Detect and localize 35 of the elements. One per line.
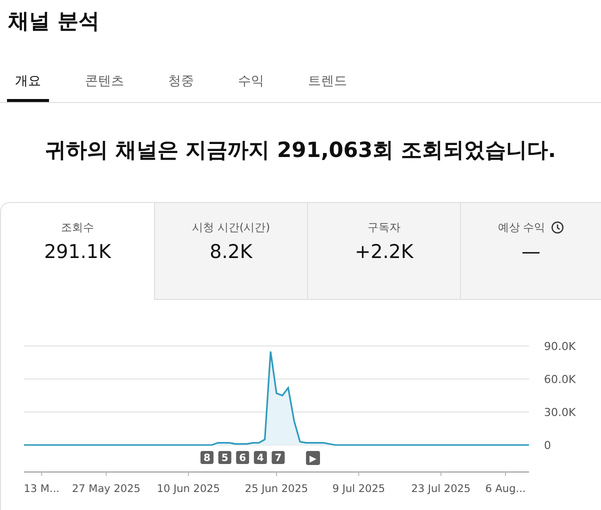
y-tick-label: 90.0K	[544, 340, 576, 353]
x-tick-label: 6 Aug...	[485, 483, 526, 495]
next-button[interactable]: ▶	[306, 451, 320, 465]
x-tick-label: 25 Jun 2025	[244, 483, 308, 495]
metric-value: 291.1K	[44, 241, 111, 263]
metric-label: 예상 수익	[498, 220, 546, 234]
y-tick-label: 0	[544, 439, 551, 452]
metric-label: 조회수	[61, 220, 94, 234]
x-tick-label: 10 Jun 2025	[156, 483, 220, 495]
x-tick-label: 9 Jul 2025	[332, 483, 386, 495]
marker-badge[interactable]: 4	[254, 451, 267, 464]
y-tick-label: 60.0K	[544, 373, 576, 386]
metric-tile[interactable]: 구독자 +2.2K	[307, 203, 460, 300]
marker-badge[interactable]: 8	[200, 451, 214, 464]
tab[interactable]: 개요	[7, 62, 49, 102]
metric-label: 구독자	[368, 220, 400, 234]
headline: 귀하의 채널은 지금까지 291,063회 조회되었습니다.	[44, 137, 557, 164]
metric-value: —	[522, 241, 540, 263]
x-tick-label: 23 Jul 2025	[411, 483, 471, 495]
marker-badge[interactable]: 7	[272, 451, 285, 464]
tab[interactable]: 트렌드	[300, 62, 355, 102]
metric-value: +2.2K	[354, 241, 414, 263]
tab[interactable]: 수익	[230, 62, 272, 102]
tab[interactable]: 콘텐츠	[77, 62, 132, 102]
x-tick-label: 27 May 2025	[72, 483, 140, 495]
marker-badge[interactable]: 6	[236, 451, 250, 464]
marker-badge[interactable]: 5	[218, 451, 232, 464]
page-title: 채널 분석	[7, 8, 100, 35]
tab[interactable]: 청중	[160, 62, 202, 102]
x-tick-label: 13 M...	[24, 483, 60, 495]
metric-tile[interactable]: 시청 시간(시간) 8.2K	[154, 203, 307, 300]
y-tick-label: 30.0K	[544, 406, 576, 419]
metric-tile[interactable]: 예상 수익 —	[460, 203, 601, 300]
metric-value: 8.2K	[210, 241, 252, 263]
metric-label: 시청 시간(시간)	[192, 220, 270, 234]
